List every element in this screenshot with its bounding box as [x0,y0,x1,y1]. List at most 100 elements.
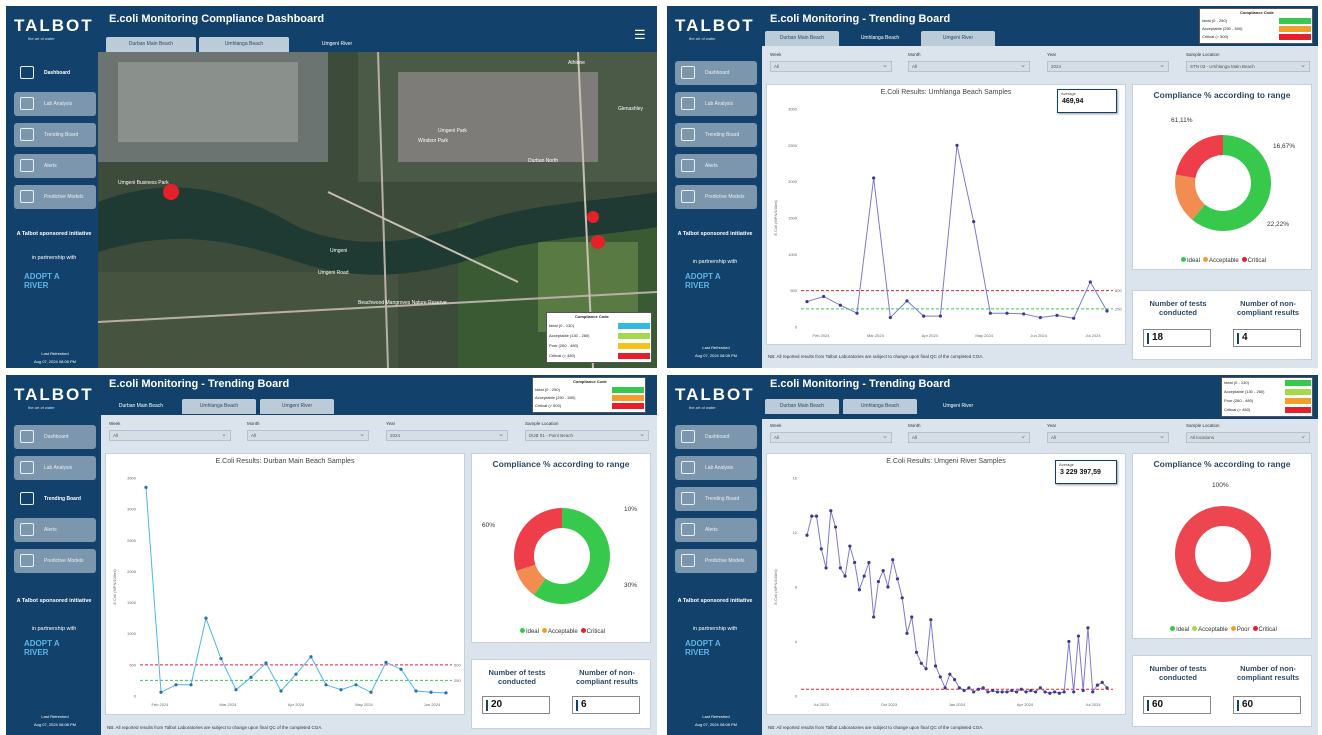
tab-umhlanga[interactable]: Umhlanga Beach [843,31,917,46]
data-point [339,688,343,692]
nav-trending-board[interactable]: Trending Board [675,487,757,511]
data-point [219,657,223,661]
nav-dashboard[interactable]: Dashboard [14,61,96,85]
kpi-noncompliant-label: Number of non-compliant results [1236,299,1300,317]
data-point [1067,639,1071,644]
nav-alerts[interactable]: Alerts [14,154,96,178]
average-popup: Average 469,94 [1057,89,1117,113]
nav-alerts[interactable]: Alerts [14,518,96,542]
month-filter[interactable]: Month All [908,52,1030,74]
location-filter[interactable]: Sample Location DUB 01 - Point Beach [525,421,649,443]
y-tick-label: 0 [134,694,137,699]
nav-dashboard[interactable]: Dashboard [14,425,96,449]
umgeni-line-chart[interactable]: 0 4 8 12 16 Jul 2023 Oct 2023 Jan 2024 Apr 2024 J… [767,464,1125,714]
data-point [1095,683,1100,687]
location-filter[interactable]: Sample Location All locations [1186,423,1310,445]
nav-trending-board[interactable]: Trending Board [14,487,96,511]
compliance-donut[interactable] [1133,85,1313,271]
talbot-logo: TALBOT [14,385,94,404]
month-filter[interactable]: Month All [247,421,369,443]
nav-trending-board[interactable]: Trending Board [14,123,96,147]
nav-lab-analysis[interactable]: Lab Analysis [14,92,96,116]
nav-lab-analysis[interactable]: Lab Analysis [14,456,96,480]
compliance-donut[interactable] [472,454,652,644]
y-axis-label: E.Coli (MPN/100ml) [112,569,117,605]
nav-lab-analysis[interactable]: Lab Analysis [675,92,757,116]
data-point [1081,688,1085,693]
donut-legend: Ideal Acceptable Critical [472,628,650,635]
tab-umgeni[interactable]: Umgeni River [292,37,382,52]
data-point [174,683,178,687]
data-point [189,683,193,687]
data-point [1005,690,1009,694]
week-filter[interactable]: Week All [109,421,231,443]
tab-durban[interactable]: Durban Main Beach [104,399,178,414]
tab-durban[interactable]: Durban Main Beach [106,37,196,52]
nav-predictive[interactable]: Predictive Models [14,185,96,209]
durban-line-chart[interactable]: 0 500 1000 1500 2000 2500 3000 3500 Feb 2024 Mar … [106,464,464,714]
adopt-a-river-logo: ADOPT A RIVER [24,272,60,290]
month-filter[interactable]: Month All [908,423,1030,445]
data-point [264,661,268,665]
data-point [1076,634,1081,638]
tab-umgeni[interactable]: Umgeni River [921,399,995,414]
sidebar: TALBOT the art of water Dashboard Lab An… [6,6,101,368]
data-point [872,176,876,180]
data-point [814,514,819,518]
year-filter[interactable]: Year All [1047,423,1169,445]
nav-dashboard[interactable]: Dashboard [675,425,757,449]
y-tick-label: 2500 [788,143,798,148]
donut-slice [1175,506,1271,602]
panel-umhlanga: TALBOT the art of water Dashboard Lab An… [667,6,1318,368]
tab-umhlanga[interactable]: Umhlanga Beach [199,37,289,52]
x-tick-label: Apr 2024 [1017,702,1034,707]
year-filter[interactable]: Year 2024 [1047,52,1169,74]
nav-predictive[interactable]: Predictive Models [14,549,96,573]
tab-durban[interactable]: Durban Main Beach [765,399,839,414]
tab-durban[interactable]: Durban Main Beach [765,31,839,46]
data-point [1057,691,1061,695]
page-title: E.coli Monitoring - Trending Board [109,378,290,390]
nav-dashboard[interactable]: Dashboard [675,61,757,85]
data-point [914,650,919,654]
data-point [853,560,857,565]
data-point [324,683,328,687]
kpi-tests-label: Number of tests conducted [488,668,546,686]
week-filter[interactable]: Week All [770,52,892,74]
data-point [972,220,976,224]
tab-umhlanga[interactable]: Umhlanga Beach [182,399,256,414]
week-filter[interactable]: Week All [770,423,892,445]
compliance-legend: Compliance Code Ideal (0 - 250) Acceptab… [532,377,646,413]
nav-lab-analysis[interactable]: Lab Analysis [675,456,757,480]
nav-predictive[interactable]: Predictive Models [675,185,757,209]
tab-umhlanga[interactable]: Umhlanga Beach [843,399,917,414]
partnership-text: in partnership with [31,255,77,261]
data-point [354,683,358,687]
partnership-text: in partnership with [31,626,77,632]
filter-settings-icon[interactable]: ☰ [634,28,648,42]
y-tick-label: 1500 [788,216,798,221]
umhlanga-line-chart[interactable]: 0 500 1000 1500 2000 2500 3000 Feb 2024 Mar 2024… [767,95,1125,345]
nav-predictive[interactable]: Predictive Models [675,549,757,573]
nav-trending-board[interactable]: Trending Board [675,123,757,147]
y-axis-label: E.Coli (MPN/100ml) [773,569,778,605]
tab-umgeni[interactable]: Umgeni River [921,31,995,46]
sponsor-text: A Talbot sponsored initiative [677,231,753,237]
x-tick-label: May 2024 [975,333,993,338]
y-tick-label: 2000 [788,179,798,184]
location-filter[interactable]: Sample Location STN 03 - Umhlanga Main Be… [1186,52,1310,74]
data-point [1019,687,1023,691]
svg-text:Windsor Park: Windsor Park [418,138,449,144]
data-point [929,618,933,622]
data-point [955,143,959,147]
year-filter[interactable]: Year 2024 [386,421,508,443]
dashboard-icon [681,430,695,443]
kpi-noncompliant-value: 6 [572,696,640,714]
y-tick-label: 2500 [127,538,137,543]
data-point [1091,690,1095,694]
tab-umgeni[interactable]: Umgeni River [260,399,334,414]
nav-alerts[interactable]: Alerts [675,518,757,542]
data-point [399,667,403,671]
nav-alerts[interactable]: Alerts [675,154,757,178]
y-tick-label: 2000 [127,569,137,574]
